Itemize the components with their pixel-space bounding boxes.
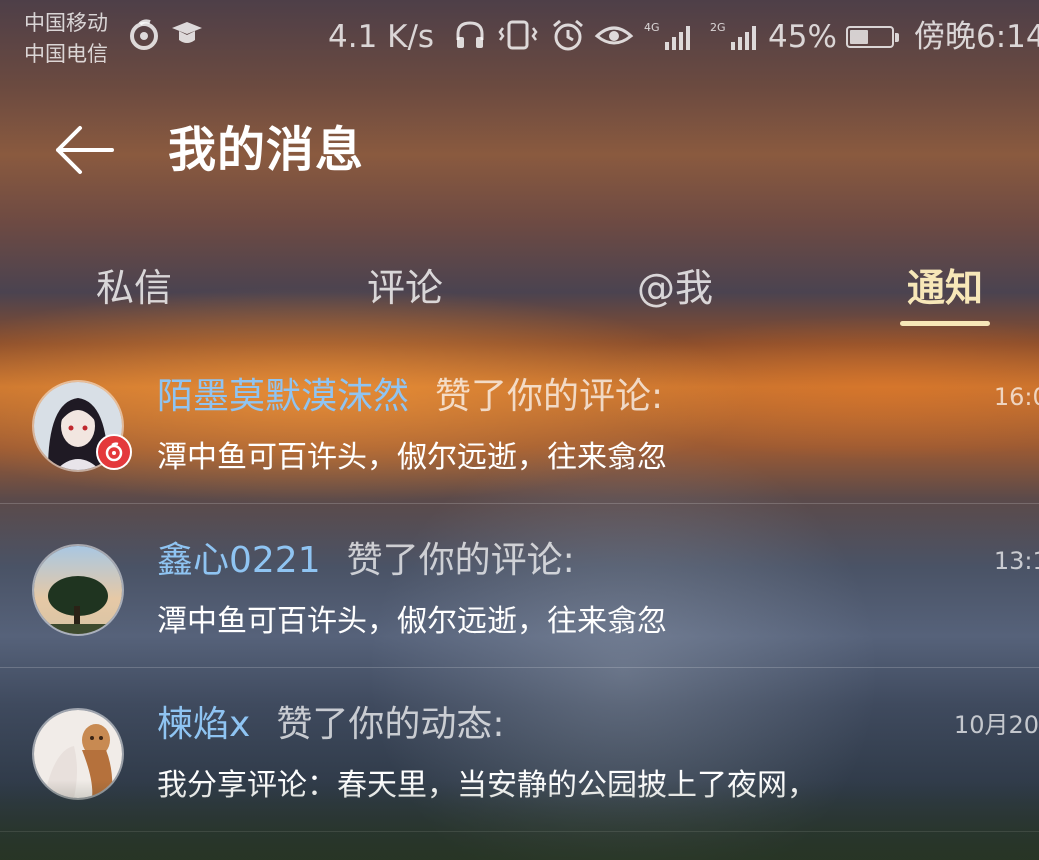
battery-percent: 45% bbox=[768, 19, 837, 55]
notification-content: 我分享评论：春天里，当安静的公园披上了夜网， bbox=[157, 768, 817, 803]
arrow-left-icon bbox=[56, 126, 114, 174]
back-button[interactable] bbox=[48, 120, 120, 180]
alarm-icon bbox=[550, 18, 586, 61]
timestamp-text: 10月20日 bbox=[953, 711, 1039, 739]
carrier-info: 中国移动 中国电信 bbox=[24, 8, 108, 70]
eye-comfort-icon bbox=[594, 18, 634, 61]
vibrate-icon bbox=[496, 18, 540, 61]
notification-list: 陌墨莫默漠沫然赞了你的评论: 16:05 潭中鱼可百许头，俶尔远逝，往来翕忽 鑫… bbox=[0, 340, 1039, 860]
divider bbox=[0, 831, 1039, 832]
netease-music-icon bbox=[128, 18, 160, 61]
carrier-1: 中国移动 bbox=[24, 11, 108, 35]
screen: 中国移动 中国电信 4.1 K/s 4G 2G 45% 傍晚6:14 我的消息 … bbox=[0, 0, 1039, 860]
signal-2g-icon: 2G bbox=[710, 22, 756, 50]
clock: 傍晚6:14 bbox=[914, 19, 1039, 55]
header: 我的消息 bbox=[0, 100, 1039, 200]
timestamp: 13:13 bbox=[0, 546, 1039, 576]
timestamp: 16:05 bbox=[0, 382, 1039, 412]
tab-bar: 私信 评论 @我 通知 bbox=[0, 250, 1039, 340]
battery-icon bbox=[846, 26, 899, 48]
notification-content: 潭中鱼可百许头，俶尔远逝，往来翕忽 bbox=[157, 440, 667, 475]
music-badge-icon bbox=[96, 434, 132, 470]
tab-private-message[interactable]: 私信 bbox=[34, 262, 234, 322]
carrier-2: 中国电信 bbox=[24, 42, 108, 66]
net-speed: 4.1 K/s bbox=[328, 19, 435, 55]
list-item[interactable]: 楝焰x赞了你的动态: 10月20日 我分享评论：春天里，当安静的公园披上了夜网， bbox=[0, 668, 1039, 832]
list-item[interactable]: 鑫心0221赞了你的评论: 13:13 潭中鱼可百许头，俶尔远逝，往来翕忽 bbox=[0, 504, 1039, 668]
graduation-icon bbox=[170, 18, 204, 61]
headphones-icon bbox=[454, 18, 486, 61]
signal-4g-icon: 4G bbox=[644, 22, 690, 50]
tab-comments[interactable]: 评论 bbox=[305, 262, 505, 322]
active-tab-indicator bbox=[900, 321, 990, 326]
timestamp-text: 13:13 bbox=[993, 547, 1039, 575]
tab-mentions[interactable]: @我 bbox=[575, 262, 775, 322]
signal-2g-tag: 2G bbox=[710, 21, 726, 34]
timestamp-text: 16:05 bbox=[993, 383, 1039, 411]
notification-content: 潭中鱼可百许头，俶尔远逝，往来翕忽 bbox=[157, 604, 667, 639]
list-item[interactable]: 陌墨莫默漠沫然赞了你的评论: 16:05 潭中鱼可百许头，俶尔远逝，往来翕忽 bbox=[0, 340, 1039, 504]
signal-4g-tag: 4G bbox=[644, 21, 660, 34]
tab-notifications[interactable]: 通知 bbox=[845, 262, 1039, 322]
status-bar: 中国移动 中国电信 4.1 K/s 4G 2G 45% 傍晚6:14 bbox=[0, 0, 1039, 80]
timestamp: 10月20日 bbox=[0, 710, 1039, 740]
page-title: 我的消息 bbox=[168, 122, 365, 178]
